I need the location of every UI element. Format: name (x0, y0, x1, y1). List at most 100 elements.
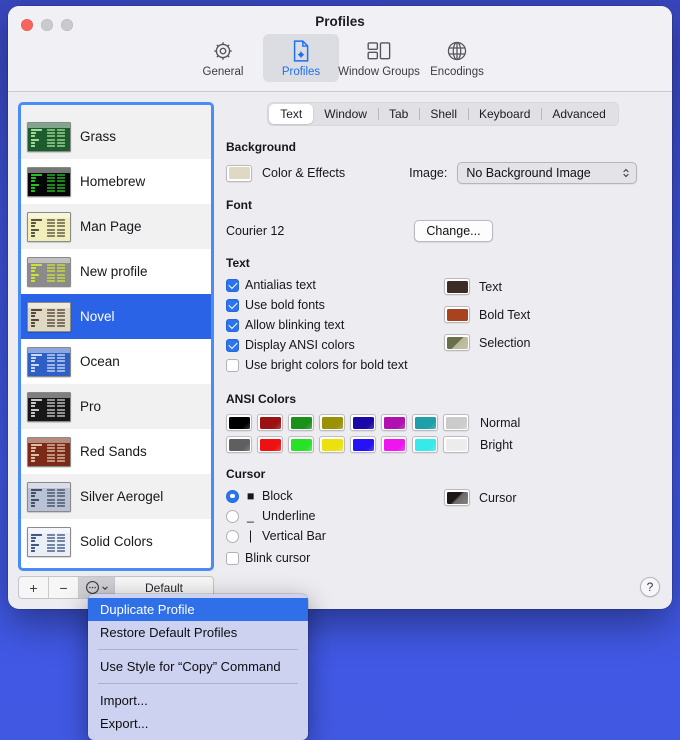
checkbox-display-ansi-colors[interactable]: Display ANSI colors (226, 338, 444, 352)
menu-item-duplicate-profile[interactable]: Duplicate Profile (88, 598, 308, 621)
ansi-swatch-normal-2[interactable] (288, 414, 314, 431)
text-section-title: Text (226, 256, 250, 270)
ansi-swatch-bright-0[interactable] (226, 436, 252, 453)
menu-item-import[interactable]: Import... (88, 689, 308, 712)
cursor-shape-glyph: | (248, 529, 253, 543)
list-item[interactable]: Novel (21, 294, 211, 339)
ansi-swatch-bright-7[interactable] (443, 436, 469, 453)
toolbar-item-general[interactable]: General (185, 34, 261, 82)
list-item[interactable]: Man Page (21, 204, 211, 249)
cursor-section-title: Cursor (226, 467, 266, 481)
color-effects-label[interactable]: Color & Effects (262, 166, 345, 180)
radio-box[interactable] (226, 509, 239, 523)
background-image-label: Image: (409, 166, 448, 180)
profiles-list-scroll[interactable]: Grass Homebrew Man Page New profile Novel Oce… (21, 105, 211, 568)
checkbox-box[interactable] (226, 338, 239, 352)
list-item[interactable]: New profile (21, 249, 211, 294)
toolbar-item-profiles[interactable]: Profiles (263, 34, 339, 82)
radio-label: Vertical Bar (262, 529, 326, 543)
toolbar-item-encodings[interactable]: Encodings (419, 34, 495, 82)
checkbox-use-bold-fonts[interactable]: Use bold fonts (226, 298, 444, 312)
radio-box[interactable] (226, 529, 239, 543)
menu-item-export[interactable]: Export... (88, 712, 308, 735)
menu-item-restore-default-profiles[interactable]: Restore Default Profiles (88, 621, 308, 644)
cursor-color-swatch[interactable] (444, 489, 470, 506)
checkbox-box[interactable] (226, 318, 239, 332)
ansi-swatch-normal-0[interactable] (226, 414, 252, 431)
text-checkbox-group: Antialias text Use bold fonts Allow blinki… (226, 278, 444, 378)
list-item[interactable]: Pro (21, 384, 211, 429)
profile-name: Red Sands (80, 444, 147, 459)
radio-cursor-underline[interactable]: _ Underline (226, 509, 444, 523)
ansi-swatch-normal-6[interactable] (412, 414, 438, 431)
list-item-partial[interactable] (21, 105, 211, 114)
toolbar-item-window-groups[interactable]: Window Groups (338, 34, 420, 82)
background-section-title: Background (226, 140, 297, 154)
list-item[interactable]: Red Sands (21, 429, 211, 474)
maximize-button[interactable] (61, 19, 73, 31)
ansi-swatch-normal-3[interactable] (319, 414, 345, 431)
help-button[interactable]: ? (640, 577, 660, 597)
checkbox-label: Antialias text (245, 278, 316, 292)
swatch-row: Text (444, 278, 530, 295)
checkbox-box[interactable] (226, 358, 239, 372)
toolbar-label-general: General (202, 66, 244, 78)
ansi-swatch-bright-2[interactable] (288, 436, 314, 453)
ansi-swatch-bright-1[interactable] (257, 436, 283, 453)
background-image-select[interactable]: No Background Image (457, 162, 638, 184)
profile-name: Man Page (80, 219, 142, 234)
menu-item-use-style-for-copy-command[interactable]: Use Style for “Copy” Command (88, 655, 308, 678)
checkbox-box[interactable] (226, 298, 239, 312)
add-profile-button[interactable]: + (19, 577, 49, 598)
checkbox-box[interactable] (226, 278, 239, 292)
radio-cursor-vertical-bar[interactable]: | Vertical Bar (226, 529, 444, 543)
background-image-popup[interactable]: No Background Image (457, 162, 638, 184)
list-item[interactable]: Solid Colors (21, 519, 211, 564)
checkbox-use-bright-colors-for-bold-text[interactable]: Use bright colors for bold text (226, 358, 444, 372)
change-font-button[interactable]: Change... (414, 220, 493, 242)
ansi-swatch-normal-1[interactable] (257, 414, 283, 431)
toolbar-label-encodings: Encodings (430, 66, 484, 78)
list-item[interactable]: Ocean (21, 339, 211, 384)
font-value: Courier 12 (226, 224, 285, 238)
profile-actions-context-menu[interactable]: Duplicate Profile Restore Default Profile… (88, 594, 308, 740)
blink-cursor-box[interactable] (226, 551, 239, 565)
ansi-swatch-bright-5[interactable] (381, 436, 407, 453)
window-titlebar: Profiles General Profiles Window Groups … (8, 6, 672, 92)
ansi-swatch-bright-3[interactable] (319, 436, 345, 453)
list-item[interactable]: Silver Aerogel (21, 474, 211, 519)
radio-cursor-block[interactable]: ■ Block (226, 489, 444, 503)
tab-window[interactable]: Window (313, 104, 378, 124)
ansi-row-label: Bright (480, 437, 513, 452)
menu-separator (98, 683, 298, 684)
tab-text[interactable]: Text (269, 104, 314, 124)
list-item[interactable]: Homebrew (21, 159, 211, 204)
minimize-button[interactable] (41, 19, 53, 31)
checkbox-antialias-text[interactable]: Antialias text (226, 278, 444, 292)
profiles-list[interactable]: Grass Homebrew Man Page New profile Novel Oce… (18, 102, 214, 571)
tab-advanced[interactable]: Advanced (541, 104, 616, 124)
ansi-swatch-bright-4[interactable] (350, 436, 376, 453)
swatch-label: Bold Text (479, 307, 531, 322)
background-color-swatch[interactable] (226, 164, 252, 182)
text-color-swatch[interactable] (444, 278, 470, 295)
tab-keyboard[interactable]: Keyboard (468, 104, 541, 124)
remove-profile-button[interactable]: − (49, 577, 79, 598)
close-button[interactable] (21, 19, 33, 31)
checkbox-allow-blinking-text[interactable]: Allow blinking text (226, 318, 444, 332)
blink-cursor-label: Blink cursor (245, 551, 311, 565)
settings-tab-bar[interactable]: Text Window Tab Shell Keyboard Advanced (267, 102, 619, 126)
profile-thumbnail (27, 526, 71, 557)
ansi-swatch-bright-6[interactable] (412, 436, 438, 453)
blink-cursor-checkbox[interactable]: Blink cursor (226, 551, 444, 565)
ansi-swatch-normal-5[interactable] (381, 414, 407, 431)
list-item[interactable]: Grass (21, 114, 211, 159)
ansi-swatch-normal-7[interactable] (443, 414, 469, 431)
radio-box[interactable] (226, 489, 239, 503)
ansi-swatch-normal-4[interactable] (350, 414, 376, 431)
profile-name: Grass (80, 129, 117, 144)
tab-tab[interactable]: Tab (377, 104, 419, 124)
selection-color-swatch[interactable] (444, 334, 470, 351)
bold-text-color-swatch[interactable] (444, 306, 470, 323)
tab-shell[interactable]: Shell (419, 104, 468, 124)
